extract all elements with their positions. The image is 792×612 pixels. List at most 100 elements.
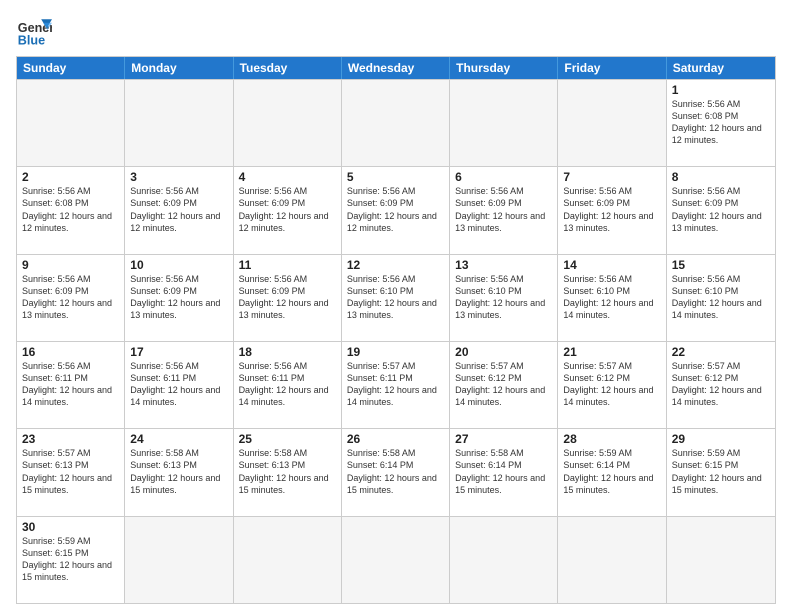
calendar-cell-r1c0: 2Sunrise: 5:56 AM Sunset: 6:08 PM Daylig… [17,167,125,253]
cell-info: Sunrise: 5:59 AM Sunset: 6:14 PM Dayligh… [563,447,660,496]
calendar-cell-r2c6: 15Sunrise: 5:56 AM Sunset: 6:10 PM Dayli… [667,255,775,341]
cell-info: Sunrise: 5:58 AM Sunset: 6:13 PM Dayligh… [130,447,227,496]
day-number: 2 [22,170,119,184]
calendar-cell-r0c4 [450,80,558,166]
calendar-cell-r5c4 [450,517,558,603]
cell-info: Sunrise: 5:56 AM Sunset: 6:11 PM Dayligh… [130,360,227,409]
cell-info: Sunrise: 5:56 AM Sunset: 6:09 PM Dayligh… [239,273,336,322]
day-number: 25 [239,432,336,446]
day-number: 3 [130,170,227,184]
calendar-cell-r2c4: 13Sunrise: 5:56 AM Sunset: 6:10 PM Dayli… [450,255,558,341]
calendar-cell-r4c5: 28Sunrise: 5:59 AM Sunset: 6:14 PM Dayli… [558,429,666,515]
day-number: 18 [239,345,336,359]
day-number: 6 [455,170,552,184]
day-number: 20 [455,345,552,359]
calendar-cell-r0c1 [125,80,233,166]
day-number: 11 [239,258,336,272]
calendar-cell-r2c3: 12Sunrise: 5:56 AM Sunset: 6:10 PM Dayli… [342,255,450,341]
logo-icon: General Blue [16,12,52,48]
cell-info: Sunrise: 5:57 AM Sunset: 6:12 PM Dayligh… [455,360,552,409]
weekday-header-wednesday: Wednesday [342,57,450,79]
day-number: 4 [239,170,336,184]
calendar-cell-r3c6: 22Sunrise: 5:57 AM Sunset: 6:12 PM Dayli… [667,342,775,428]
calendar-cell-r5c6 [667,517,775,603]
calendar-cell-r1c1: 3Sunrise: 5:56 AM Sunset: 6:09 PM Daylig… [125,167,233,253]
day-number: 22 [672,345,770,359]
cell-info: Sunrise: 5:58 AM Sunset: 6:14 PM Dayligh… [455,447,552,496]
cell-info: Sunrise: 5:59 AM Sunset: 6:15 PM Dayligh… [22,535,119,584]
header: General Blue [16,12,776,48]
cell-info: Sunrise: 5:56 AM Sunset: 6:11 PM Dayligh… [22,360,119,409]
cell-info: Sunrise: 5:56 AM Sunset: 6:09 PM Dayligh… [22,273,119,322]
cell-info: Sunrise: 5:56 AM Sunset: 6:10 PM Dayligh… [672,273,770,322]
cell-info: Sunrise: 5:56 AM Sunset: 6:09 PM Dayligh… [130,185,227,234]
calendar-row-3: 16Sunrise: 5:56 AM Sunset: 6:11 PM Dayli… [17,341,775,428]
day-number: 27 [455,432,552,446]
calendar-cell-r3c1: 17Sunrise: 5:56 AM Sunset: 6:11 PM Dayli… [125,342,233,428]
calendar-cell-r4c4: 27Sunrise: 5:58 AM Sunset: 6:14 PM Dayli… [450,429,558,515]
calendar-cell-r3c5: 21Sunrise: 5:57 AM Sunset: 6:12 PM Dayli… [558,342,666,428]
calendar-cell-r3c3: 19Sunrise: 5:57 AM Sunset: 6:11 PM Dayli… [342,342,450,428]
calendar-cell-r0c3 [342,80,450,166]
cell-info: Sunrise: 5:57 AM Sunset: 6:11 PM Dayligh… [347,360,444,409]
day-number: 19 [347,345,444,359]
calendar-cell-r1c3: 5Sunrise: 5:56 AM Sunset: 6:09 PM Daylig… [342,167,450,253]
day-number: 9 [22,258,119,272]
day-number: 10 [130,258,227,272]
calendar-cell-r2c2: 11Sunrise: 5:56 AM Sunset: 6:09 PM Dayli… [234,255,342,341]
calendar-cell-r1c6: 8Sunrise: 5:56 AM Sunset: 6:09 PM Daylig… [667,167,775,253]
calendar-cell-r4c3: 26Sunrise: 5:58 AM Sunset: 6:14 PM Dayli… [342,429,450,515]
calendar-cell-r5c5 [558,517,666,603]
calendar-cell-r0c5 [558,80,666,166]
cell-info: Sunrise: 5:56 AM Sunset: 6:10 PM Dayligh… [455,273,552,322]
day-number: 1 [672,83,770,97]
calendar-header: SundayMondayTuesdayWednesdayThursdayFrid… [17,57,775,79]
calendar-cell-r5c0: 30Sunrise: 5:59 AM Sunset: 6:15 PM Dayli… [17,517,125,603]
calendar-cell-r1c2: 4Sunrise: 5:56 AM Sunset: 6:09 PM Daylig… [234,167,342,253]
cell-info: Sunrise: 5:56 AM Sunset: 6:10 PM Dayligh… [347,273,444,322]
calendar-row-4: 23Sunrise: 5:57 AM Sunset: 6:13 PM Dayli… [17,428,775,515]
cell-info: Sunrise: 5:58 AM Sunset: 6:13 PM Dayligh… [239,447,336,496]
cell-info: Sunrise: 5:58 AM Sunset: 6:14 PM Dayligh… [347,447,444,496]
svg-text:Blue: Blue [18,33,45,47]
day-number: 12 [347,258,444,272]
calendar-cell-r0c2 [234,80,342,166]
day-number: 21 [563,345,660,359]
calendar-body: 1Sunrise: 5:56 AM Sunset: 6:08 PM Daylig… [17,79,775,603]
day-number: 7 [563,170,660,184]
calendar-row-1: 2Sunrise: 5:56 AM Sunset: 6:08 PM Daylig… [17,166,775,253]
calendar-cell-r2c0: 9Sunrise: 5:56 AM Sunset: 6:09 PM Daylig… [17,255,125,341]
weekday-header-tuesday: Tuesday [234,57,342,79]
calendar-row-2: 9Sunrise: 5:56 AM Sunset: 6:09 PM Daylig… [17,254,775,341]
cell-info: Sunrise: 5:56 AM Sunset: 6:08 PM Dayligh… [22,185,119,234]
cell-info: Sunrise: 5:56 AM Sunset: 6:09 PM Dayligh… [672,185,770,234]
day-number: 23 [22,432,119,446]
calendar-cell-r5c1 [125,517,233,603]
calendar-cell-r2c5: 14Sunrise: 5:56 AM Sunset: 6:10 PM Dayli… [558,255,666,341]
cell-info: Sunrise: 5:56 AM Sunset: 6:09 PM Dayligh… [239,185,336,234]
cell-info: Sunrise: 5:56 AM Sunset: 6:10 PM Dayligh… [563,273,660,322]
day-number: 5 [347,170,444,184]
cell-info: Sunrise: 5:56 AM Sunset: 6:09 PM Dayligh… [130,273,227,322]
calendar-cell-r4c2: 25Sunrise: 5:58 AM Sunset: 6:13 PM Dayli… [234,429,342,515]
cell-info: Sunrise: 5:59 AM Sunset: 6:15 PM Dayligh… [672,447,770,496]
cell-info: Sunrise: 5:56 AM Sunset: 6:08 PM Dayligh… [672,98,770,147]
calendar-cell-r5c2 [234,517,342,603]
calendar-cell-r0c0 [17,80,125,166]
calendar-cell-r2c1: 10Sunrise: 5:56 AM Sunset: 6:09 PM Dayli… [125,255,233,341]
day-number: 15 [672,258,770,272]
day-number: 17 [130,345,227,359]
calendar-cell-r1c4: 6Sunrise: 5:56 AM Sunset: 6:09 PM Daylig… [450,167,558,253]
day-number: 14 [563,258,660,272]
cell-info: Sunrise: 5:57 AM Sunset: 6:13 PM Dayligh… [22,447,119,496]
cell-info: Sunrise: 5:57 AM Sunset: 6:12 PM Dayligh… [563,360,660,409]
calendar: SundayMondayTuesdayWednesdayThursdayFrid… [16,56,776,604]
weekday-header-saturday: Saturday [667,57,775,79]
day-number: 24 [130,432,227,446]
cell-info: Sunrise: 5:56 AM Sunset: 6:09 PM Dayligh… [347,185,444,234]
day-number: 30 [22,520,119,534]
cell-info: Sunrise: 5:56 AM Sunset: 6:11 PM Dayligh… [239,360,336,409]
calendar-cell-r4c0: 23Sunrise: 5:57 AM Sunset: 6:13 PM Dayli… [17,429,125,515]
day-number: 8 [672,170,770,184]
calendar-cell-r0c6: 1Sunrise: 5:56 AM Sunset: 6:08 PM Daylig… [667,80,775,166]
